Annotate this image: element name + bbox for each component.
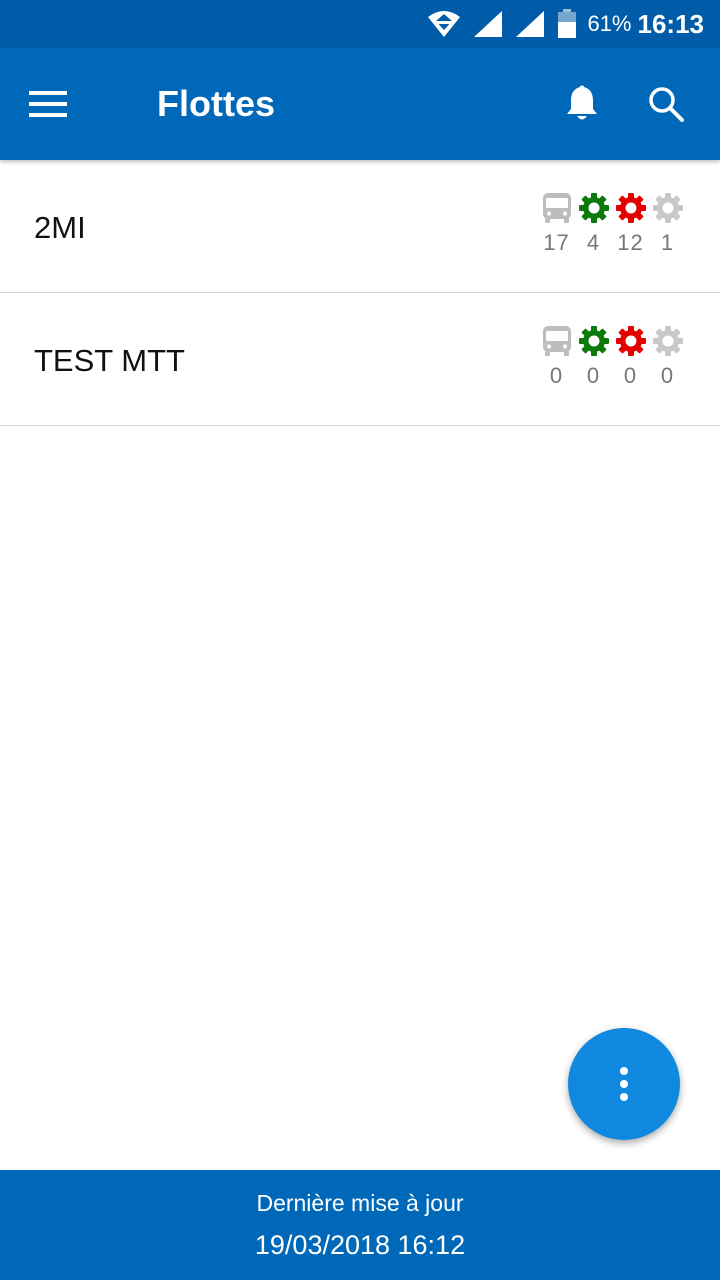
page-title: Flottes: [157, 83, 276, 124]
stat-active: 4: [575, 192, 612, 255]
gear-green-icon: [578, 193, 609, 223]
fleet-row-test-mtt[interactable]: TEST MTT 0 0 0 0: [0, 293, 720, 426]
app-bar: Flottes: [0, 48, 720, 160]
status-time: 16:13: [637, 8, 705, 39]
search-icon: [649, 87, 684, 122]
gear-gray-icon: [652, 193, 683, 223]
stat-inactive: 1: [649, 192, 686, 255]
more-options-fab[interactable]: [568, 1028, 680, 1140]
fleet-stats: 17 4 12 1: [538, 192, 686, 255]
fleet-name: 2MI: [34, 210, 86, 245]
fleet-row-2mi[interactable]: 2MI 17 4 12 1: [0, 160, 720, 293]
bus-icon: [542, 193, 571, 223]
signal-icon: [515, 10, 545, 38]
gear-red-icon: [615, 193, 646, 223]
menu-icon: [29, 91, 67, 117]
battery-percent: 61%: [587, 11, 632, 36]
status-bar: 61% 16:13: [0, 0, 720, 48]
stat-vehicles: 0: [538, 325, 575, 388]
stat-count: 1: [660, 230, 675, 255]
last-update-label: Dernière mise à jour: [256, 1190, 464, 1216]
more-vertical-icon: [620, 1067, 628, 1101]
search-button[interactable]: [638, 76, 694, 132]
wifi-icon: [427, 10, 461, 38]
menu-button[interactable]: [20, 76, 76, 132]
stat-count: 17: [543, 230, 570, 255]
fleet-list: 2MI 17 4 12 1 TEST MTT 0 0 0 0: [0, 160, 720, 426]
stat-alert: 12: [612, 192, 649, 255]
gear-gray-icon: [652, 326, 683, 356]
notifications-button[interactable]: [554, 76, 610, 132]
battery-icon: [557, 9, 577, 39]
last-update-footer: Dernière mise à jour 19/03/2018 16:12: [0, 1170, 720, 1280]
bell-icon: [567, 85, 597, 120]
stat-count: 0: [549, 363, 564, 388]
stat-count: 0: [586, 363, 601, 388]
stat-active: 0: [575, 325, 612, 388]
gear-red-icon: [615, 326, 646, 356]
stat-count: 4: [586, 230, 601, 255]
gear-green-icon: [578, 326, 609, 356]
stat-count: 0: [660, 363, 675, 388]
fleet-name: TEST MTT: [34, 343, 185, 378]
last-update-date: 19/03/2018 16:12: [254, 1230, 466, 1260]
stat-alert: 0: [612, 325, 649, 388]
fleet-stats: 0 0 0 0: [538, 325, 686, 388]
signal-icon: [473, 10, 503, 38]
stat-count: 0: [623, 363, 638, 388]
bus-icon: [542, 326, 571, 356]
stat-count: 12: [617, 230, 644, 255]
stat-inactive: 0: [649, 325, 686, 388]
stat-vehicles: 17: [538, 192, 575, 255]
